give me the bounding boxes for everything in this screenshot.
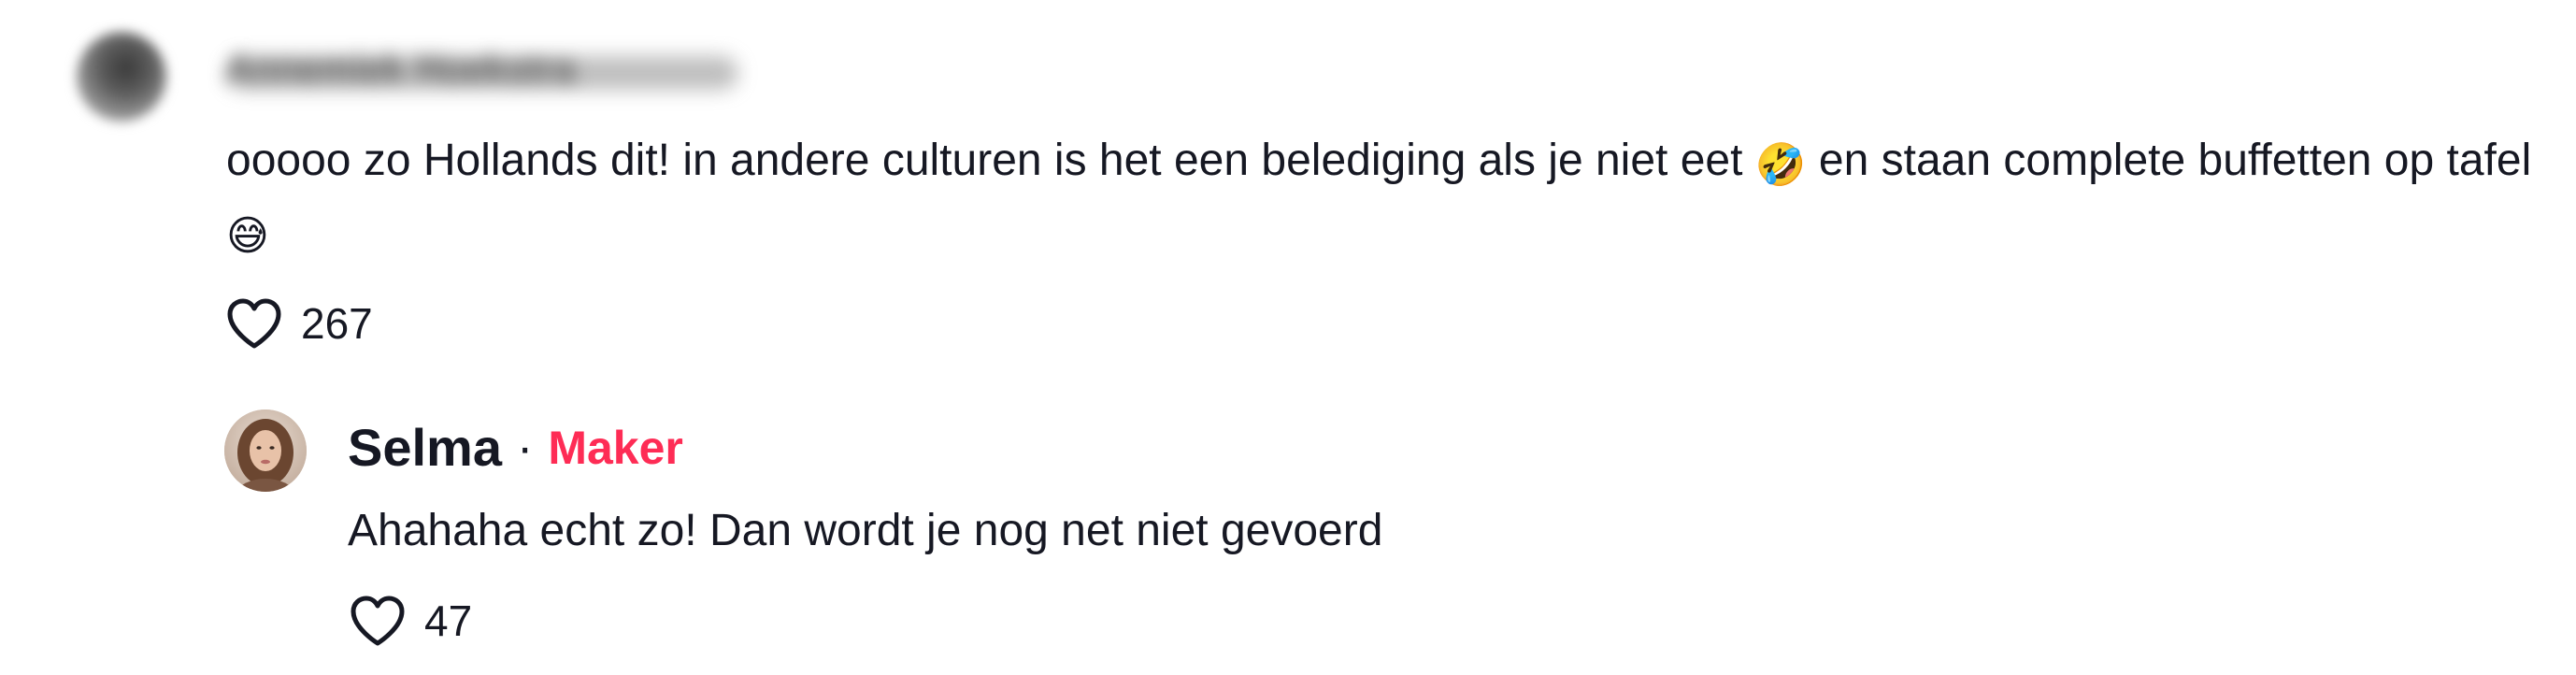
reply-username[interactable]: Selma <box>348 417 502 478</box>
heart-icon[interactable] <box>348 593 408 649</box>
avatar[interactable] <box>224 409 307 492</box>
like-row: 267 <box>224 295 373 352</box>
comment-text-part: en staan complete buffetten op tafel <box>1806 136 2532 185</box>
like-count: 47 <box>424 596 473 645</box>
like-row: 47 <box>348 593 472 649</box>
reply-header: Selma · Maker <box>348 417 683 478</box>
rolling-laughing-emoji: 🤣 <box>1754 141 1807 189</box>
avatar[interactable] <box>77 32 166 122</box>
comment-text-part: ooooo zo Hollands dit! in andere culture… <box>226 136 1755 185</box>
reply-text: Ahahaha echt zo! Dan wordt je nog net ni… <box>348 506 1383 555</box>
heart-icon[interactable] <box>224 295 284 352</box>
comment-username[interactable]: Annemiek Hoekstra <box>226 49 740 92</box>
comment-text: ooooo zo Hollands dit! in andere culture… <box>226 125 2554 267</box>
separator-dot: · <box>517 420 534 475</box>
grinning-sweat-emoji: 😅 <box>226 212 269 260</box>
like-count: 267 <box>301 299 373 348</box>
creator-badge: Maker <box>548 421 683 474</box>
